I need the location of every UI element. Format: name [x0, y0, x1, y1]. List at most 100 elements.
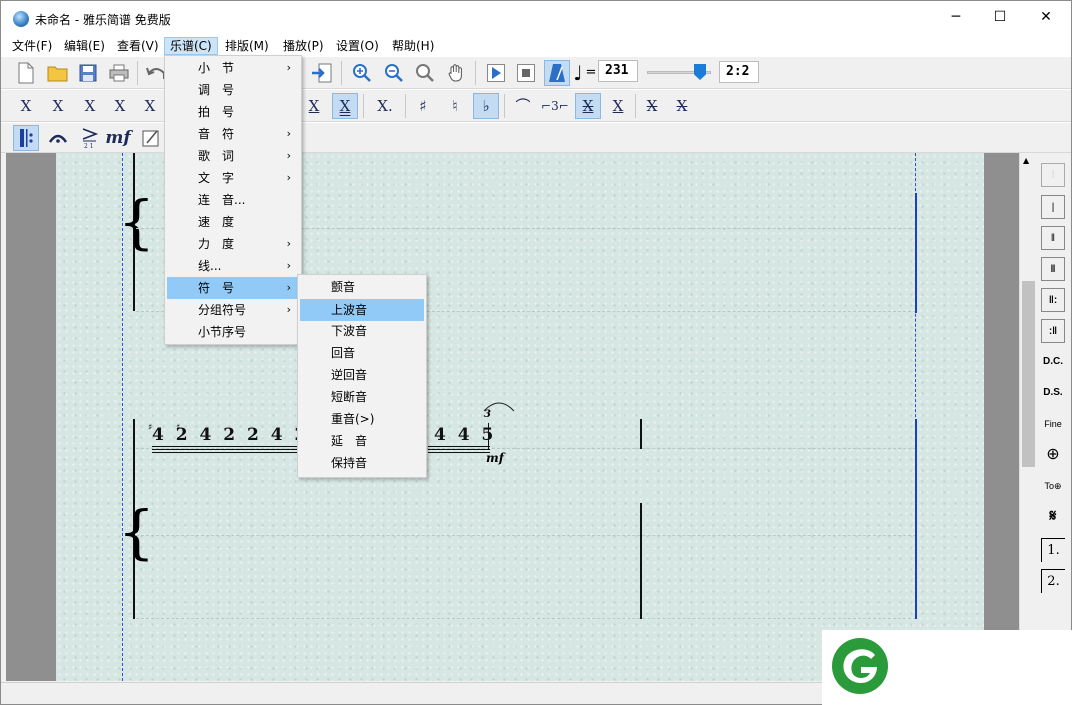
- fermata-icon[interactable]: [45, 125, 71, 151]
- open-folder-icon[interactable]: [45, 60, 71, 86]
- tie-button[interactable]: ⌒: [510, 93, 536, 119]
- scroll-up-icon[interactable]: ▲: [1023, 156, 1029, 165]
- lyrics-icon[interactable]: [139, 125, 165, 151]
- note-plain-button[interactable]: X: [77, 93, 103, 119]
- submenu-item-staccato[interactable]: 短断音: [298, 386, 426, 408]
- new-file-icon[interactable]: [13, 60, 39, 86]
- submenu-item-accent[interactable]: 重音(>): [298, 408, 426, 430]
- minimize-button[interactable]: ─: [933, 1, 979, 34]
- triplet-button[interactable]: ⌐3⌐: [539, 93, 571, 119]
- palette-ending-1[interactable]: 1.: [1041, 538, 1065, 562]
- toolbar-separator: [635, 94, 636, 118]
- palette-repeat-end[interactable]: :‖: [1041, 319, 1065, 343]
- menu-item-time[interactable]: 拍 号: [165, 101, 301, 123]
- menu-item-measure[interactable]: 小 节 ›: [165, 57, 301, 79]
- score-editor[interactable]: { { ♯ ♯ 4 2 4 2 2 4 2 4 4 5 3 mf: [6, 153, 1019, 681]
- coda-icon[interactable]: ⊕: [1041, 443, 1065, 467]
- menu-item-lines[interactable]: 线... ›: [165, 255, 301, 277]
- maximize-button[interactable]: ☐: [977, 1, 1023, 34]
- menu-layout[interactable]: 排版(M): [220, 37, 274, 55]
- note-eighth-button[interactable]: X: [301, 93, 327, 119]
- app-icon: [13, 11, 29, 27]
- menu-item-tempo[interactable]: 速 度: [165, 211, 301, 233]
- natural-button[interactable]: ♮: [442, 93, 468, 119]
- metronome-icon[interactable]: [544, 60, 570, 86]
- note-high-dot-button[interactable]: X: [13, 93, 39, 119]
- palette-to-coda[interactable]: To⊕: [1041, 474, 1065, 498]
- menu-item-note[interactable]: 音 符 ›: [165, 123, 301, 145]
- time-ratio-display[interactable]: 2:2: [719, 61, 759, 83]
- menu-item-lyrics[interactable]: 歌 词 ›: [165, 145, 301, 167]
- export-icon[interactable]: [309, 60, 335, 86]
- score-notes-left[interactable]: 4 2 4 2 2 4 2: [152, 425, 309, 445]
- menu-item-text[interactable]: 文 字 ›: [165, 167, 301, 189]
- menu-edit[interactable]: 编辑(E): [59, 37, 110, 55]
- submenu-item-lower-mordent[interactable]: 下波音: [298, 320, 426, 342]
- window-title: 未命名 - 雅乐简谱 免费版: [35, 13, 171, 27]
- note-high-dot2-button[interactable]: X: [45, 93, 71, 119]
- menu-item-key[interactable]: 调 号: [165, 79, 301, 101]
- octave-down-button[interactable]: X: [669, 93, 695, 119]
- submenu-item-fermata[interactable]: 延 音: [298, 430, 426, 452]
- note-glyph: X: [52, 97, 64, 115]
- palette-dc[interactable]: D.C.: [1041, 350, 1065, 374]
- svg-text:2 1: 2 1: [84, 143, 94, 149]
- menu-item-symbols[interactable]: 符 号 ›: [167, 277, 299, 299]
- zoom-in-icon[interactable]: [349, 60, 375, 86]
- palette-double-bar[interactable]: ‖: [1041, 226, 1065, 250]
- menu-view[interactable]: 查看(V): [112, 37, 164, 55]
- note-glyph: X: [308, 97, 320, 115]
- note-under-button[interactable]: X: [605, 93, 631, 119]
- repeat-bar-icon[interactable]: [13, 125, 39, 151]
- menu-file[interactable]: 文件(F): [7, 37, 57, 55]
- note-low-dot-button[interactable]: X: [107, 93, 133, 119]
- note-low-dot2-button[interactable]: X: [137, 93, 163, 119]
- palette-ending-2[interactable]: 2.: [1041, 569, 1065, 593]
- slur-mark: [483, 402, 515, 412]
- accent-icon[interactable]: 2 1: [77, 125, 103, 151]
- palette-repeat-start[interactable]: ‖:: [1041, 288, 1065, 312]
- palette-ds[interactable]: D.S.: [1041, 381, 1065, 405]
- hand-tool-icon[interactable]: [443, 60, 469, 86]
- submenu-item-turn[interactable]: 回音: [298, 342, 426, 364]
- menu-item-tuplet[interactable]: 连 音...: [165, 189, 301, 211]
- chevron-right-icon: ›: [286, 237, 291, 250]
- zoom-fit-icon[interactable]: [412, 60, 438, 86]
- menu-help[interactable]: 帮助(H): [387, 37, 439, 55]
- menu-item-grouping[interactable]: 分组符号 ›: [165, 299, 301, 321]
- submenu-item-label: 上波音: [331, 303, 368, 317]
- note-sixteenth-button[interactable]: X: [332, 93, 358, 119]
- segno-icon[interactable]: 𝄋: [1041, 505, 1065, 529]
- close-button[interactable]: ✕: [1023, 1, 1069, 34]
- play-icon[interactable]: [483, 60, 509, 86]
- palette-single-bar[interactable]: |: [1041, 195, 1065, 219]
- score-notes-right[interactable]: 4 4 5: [434, 425, 496, 445]
- submenu-item-trill[interactable]: 颤音: [298, 276, 426, 298]
- note-glyph: X: [612, 97, 624, 115]
- sharp-button[interactable]: ♯: [410, 93, 436, 119]
- palette-fine[interactable]: Fine: [1041, 412, 1065, 436]
- save-icon[interactable]: [75, 60, 101, 86]
- submenu-item-tenuto[interactable]: 保持音: [298, 452, 426, 474]
- menu-play[interactable]: 播放(P): [278, 37, 329, 55]
- flat-button[interactable]: ♭: [473, 93, 499, 119]
- octave-up-button[interactable]: X: [639, 93, 665, 119]
- dynamic-mf-icon[interactable]: mf: [105, 125, 131, 151]
- submenu-item-inverted-turn[interactable]: 逆回音: [298, 364, 426, 386]
- palette-final-bar[interactable]: ‖: [1041, 257, 1065, 281]
- menu-item-dynamics[interactable]: 力 度 ›: [165, 233, 301, 255]
- dotted-note-button[interactable]: X.: [369, 93, 401, 119]
- scrollbar-thumb[interactable]: [1022, 281, 1035, 467]
- note-strike-button[interactable]: X: [575, 93, 601, 119]
- tempo-input[interactable]: 231: [598, 60, 638, 82]
- submenu-item-upper-mordent[interactable]: 上波音: [300, 299, 424, 321]
- print-icon[interactable]: [106, 60, 132, 86]
- stop-icon[interactable]: [513, 60, 539, 86]
- menu-settings[interactable]: 设置(O): [331, 37, 384, 55]
- zoom-out-icon[interactable]: [381, 60, 407, 86]
- menu-score[interactable]: 乐谱(C): [164, 37, 218, 55]
- menu-item-measure-numbers[interactable]: 小节序号: [165, 321, 301, 343]
- palette-dotted-bar[interactable]: 𝄀: [1041, 163, 1065, 187]
- dynamic-mark: mf: [486, 451, 504, 465]
- vertical-scrollbar[interactable]: ▲: [1019, 153, 1036, 681]
